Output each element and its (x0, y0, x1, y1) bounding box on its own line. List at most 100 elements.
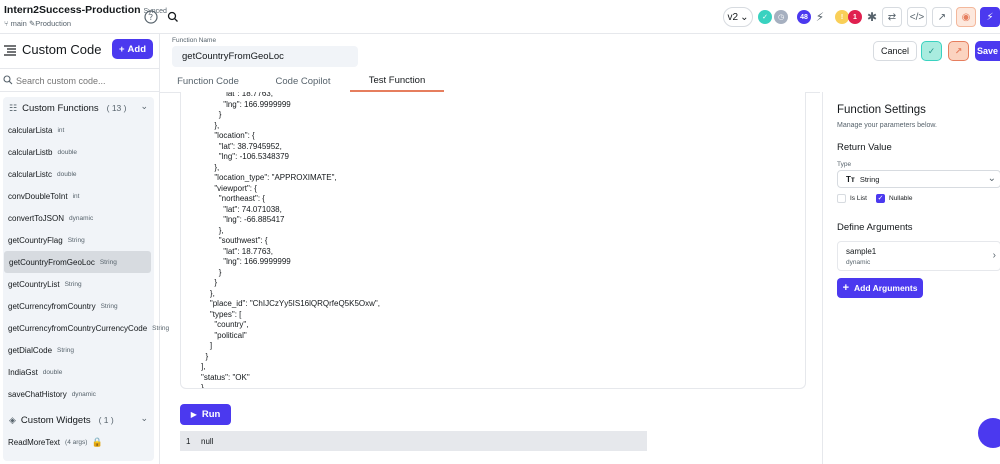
custom-widgets-header[interactable]: ◈ Custom Widgets ( 1 ) ⌄ (3, 409, 154, 431)
chevron-right-icon: › (992, 250, 996, 261)
is-list-checkbox[interactable] (837, 194, 846, 203)
code-line: ], (201, 362, 206, 371)
run-lightning-icon[interactable]: ⚡ (980, 7, 1000, 27)
code-line: "northeast": { (201, 194, 265, 203)
code-line: "location_type": "APPROXIMATE", (201, 173, 337, 182)
text-type-icon: Tт (846, 174, 855, 184)
nullable-label: Nullable (889, 195, 913, 202)
open-external-icon[interactable]: ↗ (932, 7, 952, 27)
preview-eye-icon[interactable]: ◉ (956, 7, 976, 27)
add-arguments-button[interactable]: + Add Arguments (837, 278, 923, 298)
function-item[interactable]: calcularListc double (3, 163, 154, 185)
function-item[interactable]: getDialCode String (3, 339, 154, 361)
tab-test-function[interactable]: Test Function (350, 70, 444, 92)
code-line: "lat": 38.7945952, (201, 141, 282, 151)
chat-support-icon[interactable] (978, 418, 1000, 448)
code-line: }, (201, 225, 224, 235)
search-icon[interactable] (165, 9, 181, 25)
settings-title: Function Settings (837, 104, 926, 116)
code-line: } (201, 351, 209, 361)
collaborators-badge[interactable]: 48 (797, 10, 811, 24)
code-line: } (201, 110, 222, 119)
code-line: "status": "OK" (201, 372, 250, 382)
add-button[interactable]: + Add (112, 39, 153, 59)
tab-code-copilot[interactable]: Code Copilot (263, 70, 343, 92)
response-json: "lat": 18.7763, "lng": 166.9999999 } }, … (201, 92, 380, 389)
function-item[interactable]: getCountryFromGeoLoc String (4, 251, 151, 273)
code-line: "lat": 74.071038, (201, 204, 282, 214)
is-list-label: Is List (850, 195, 867, 202)
function-item[interactable]: convertToJSON dynamic (3, 207, 154, 229)
lightning-icon[interactable]: ⚡ (812, 9, 828, 25)
environment-name: Production (35, 19, 72, 28)
chevron-down-icon: ⌄ (987, 173, 996, 184)
settings-subtitle: Manage your parameters below. (837, 122, 937, 129)
line-number: 1 (186, 437, 191, 446)
return-value-heading: Return Value (837, 142, 892, 153)
code-view-icon[interactable]: </> (907, 7, 927, 27)
code-line: } (201, 278, 218, 287)
function-item[interactable]: convDoubleToInt int (3, 185, 154, 207)
branch-icon: ⑂ (4, 19, 9, 28)
define-arguments-heading: Define Arguments (837, 222, 913, 233)
function-item[interactable]: getCountryFlag String (3, 229, 154, 251)
code-line: "place_id": "ChIJCzYy5IS16lQRQrfeQ5K5Oxw… (201, 299, 380, 308)
check-status-icon[interactable]: ✓ (758, 10, 772, 24)
function-item[interactable]: calcularLista int (3, 119, 154, 141)
code-line: }, (201, 288, 215, 298)
code-line: "location": { (201, 131, 255, 140)
search-bar (0, 68, 160, 92)
function-name-field[interactable]: getCountryFromGeoLoc (172, 46, 358, 67)
project-name: Intern2Success-Production (4, 4, 141, 16)
help-icon[interactable]: ? (143, 9, 159, 25)
code-line: "types": [ (201, 309, 242, 319)
branch-compare-icon[interactable]: ⇄ (882, 7, 902, 27)
check-icon[interactable]: ✓ (921, 41, 942, 61)
custom-widgets-section: ◈ Custom Widgets ( 1 ) ⌄ ReadMoreText (4… (3, 409, 154, 461)
widget-item[interactable]: ReadMoreText (4 args) 🔒 (3, 431, 154, 453)
panel-title: Custom Code (22, 42, 102, 57)
argument-item[interactable]: sample1 dynamic › (837, 241, 1000, 271)
open-external-icon[interactable]: ↗ (948, 41, 969, 61)
function-item[interactable]: calcularListb double (3, 141, 154, 163)
code-line: "lng": 166.9999999 (201, 99, 291, 109)
code-line: } (201, 267, 222, 277)
custom-functions-header[interactable]: ☷ Custom Functions ( 13 ) ⌄ (3, 97, 154, 119)
function-item[interactable]: saveChatHistory dynamic (3, 383, 154, 405)
function-settings-panel: Function Settings Manage your parameters… (822, 92, 1000, 464)
chevron-down-icon: ⌄ (740, 11, 749, 23)
code-line: } (201, 383, 204, 389)
custom-code-panel: Custom Code +Add ☷ Custom Functions ( 13… (0, 34, 169, 464)
chevron-down-icon: ⌄ (140, 413, 148, 423)
nullable-checkbox[interactable]: ✓ (876, 194, 885, 203)
code-line: "political" (201, 330, 247, 340)
lock-icon: 🔒 (91, 436, 103, 447)
code-line: "lng": -106.5348379 (201, 152, 289, 161)
errors-badge[interactable]: 1 (848, 10, 862, 24)
search-input[interactable] (16, 73, 154, 89)
custom-functions-section: ☷ Custom Functions ( 13 ) ⌄ calcularList… (3, 97, 169, 426)
top-bar: Intern2Success-Production Synced ⑂ main ✎… (0, 0, 1000, 34)
bug-icon[interactable]: ✱ (864, 9, 880, 25)
code-line: }, (201, 162, 220, 172)
code-line: }, (201, 120, 220, 130)
code-line: "southwest": { (201, 236, 268, 245)
tab-function-code[interactable]: Function Code (170, 70, 246, 92)
response-viewer[interactable]: "lat": 18.7763, "lng": 166.9999999 } }, … (180, 92, 806, 389)
code-line: "lng": 166.9999999 (201, 257, 291, 266)
function-item[interactable]: getCountryList String (3, 273, 154, 295)
code-line: ] (201, 341, 213, 350)
function-item[interactable]: getCurrencyfromCountry String (3, 295, 154, 317)
run-button[interactable]: ▶ Run (180, 404, 231, 425)
result-value: null (201, 437, 214, 446)
version-selector[interactable]: v2 ⌄ (723, 7, 753, 27)
save-button[interactable]: Save (975, 41, 1000, 61)
function-item[interactable]: getCurrencyfromCountryCurrencyCode String (3, 317, 169, 339)
function-item[interactable]: IndiaGst double (3, 361, 154, 383)
warnings-icon[interactable]: ! (835, 10, 849, 24)
clock-icon[interactable]: ◷ (774, 10, 788, 24)
code-line: "lat": 18.7763, (201, 92, 273, 98)
code-line: "lat": 18.7763, (201, 246, 273, 256)
type-select[interactable]: Tт String ⌄ (837, 170, 1000, 188)
cancel-button[interactable]: Cancel (873, 41, 917, 61)
